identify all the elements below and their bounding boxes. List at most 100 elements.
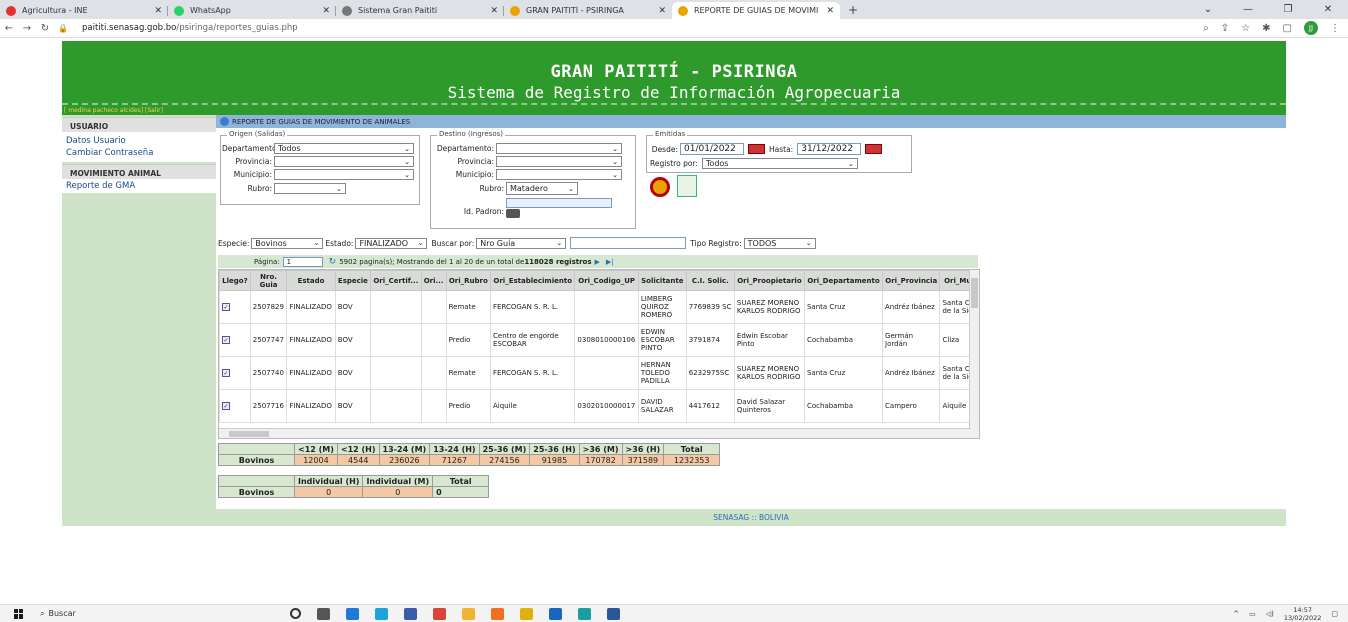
calculator-icon[interactable] (404, 608, 417, 620)
destino-provincia-select[interactable]: ⌄ (496, 156, 622, 167)
calendar-icon[interactable] (865, 144, 883, 154)
vertical-scrollbar[interactable] (969, 270, 979, 438)
refresh-icon[interactable]: ↻ (329, 257, 337, 267)
sidebar-item-cambiar-contrasena[interactable]: Cambiar Contraseña (62, 147, 216, 162)
chevron-up-icon[interactable]: ^ (1233, 610, 1239, 618)
browser-tab[interactable]: Agricultura - INE ✕ (0, 2, 168, 19)
share-icon[interactable]: ⇪ (1221, 23, 1229, 34)
excel-export-icon[interactable] (677, 175, 697, 197)
llego-checkbox[interactable]: ✓ (222, 369, 230, 377)
especie-select[interactable]: Bovinos ⌄ (251, 237, 324, 249)
estado-select[interactable]: FINALIZADO ⌄ (355, 237, 428, 249)
files-icon[interactable] (462, 608, 475, 620)
destino-departamento-select[interactable]: ⌄ (496, 143, 622, 154)
star-icon[interactable]: ☆ (1241, 23, 1250, 34)
column-header[interactable]: Nro. Guia (249, 270, 288, 291)
browser-tab[interactable]: WhatsApp ✕ (168, 2, 336, 19)
browser-icon[interactable] (578, 608, 591, 620)
column-header[interactable]: Estado (286, 270, 336, 291)
origen-rubro-select[interactable]: ⌄ (274, 183, 346, 194)
window-controls: ⌄ — ❐ ✕ (1188, 0, 1348, 19)
forward-icon[interactable]: → (18, 23, 36, 34)
destino-rubro-select[interactable]: Matadero ⌄ (506, 182, 578, 195)
task-view-icon[interactable] (317, 608, 330, 620)
column-header[interactable]: Especie (334, 270, 372, 291)
zoom-icon[interactable]: ⌕ (1203, 23, 1209, 34)
app-icon[interactable] (491, 608, 504, 620)
llego-checkbox[interactable]: ✓ (222, 303, 230, 311)
horizontal-scrollbar[interactable] (219, 428, 971, 438)
search-report-icon[interactable] (650, 177, 670, 197)
column-header[interactable]: Llego? (219, 270, 251, 291)
edge-new-icon[interactable] (375, 608, 388, 620)
taskbar-search[interactable]: ⌕ Buscar (40, 609, 76, 619)
edge-icon[interactable] (346, 608, 359, 620)
volume-icon[interactable]: ◁) (1266, 610, 1274, 618)
table-row[interactable]: ✓ 2507740 FINALIZADO BOV Remate FERCOGAN S. R… (219, 356, 979, 390)
padron-input[interactable] (506, 198, 612, 208)
minimize-icon[interactable]: — (1228, 0, 1268, 19)
table-row[interactable]: ✓ 2507829 FINALIZADO BOV Remate FERCOGAN S. R… (219, 290, 979, 324)
sidebar-item-datos-usuario[interactable]: Datos Usuario (62, 132, 216, 147)
llego-checkbox[interactable]: ✓ (222, 402, 230, 410)
close-tab-icon[interactable]: ✕ (322, 6, 330, 16)
sidepanel-icon[interactable]: ▢ (1283, 23, 1292, 34)
desde-date-input[interactable]: 01/01/2022 (680, 143, 744, 155)
extensions-icon[interactable]: ✱ (1262, 23, 1270, 34)
back-icon[interactable]: ← (0, 23, 18, 34)
column-header[interactable]: Ori_Provincia (882, 270, 941, 291)
close-tab-icon[interactable]: ✕ (826, 6, 834, 16)
table-row[interactable]: ✓ 2507747 FINALIZADO BOV Predio Centro de eng… (219, 323, 979, 357)
stats-icon[interactable] (520, 608, 533, 620)
close-tab-icon[interactable]: ✕ (154, 6, 162, 16)
profile-avatar[interactable]: JJ (1304, 21, 1318, 35)
calendar-icon[interactable] (748, 144, 765, 154)
outlook-icon[interactable] (549, 608, 562, 620)
column-header[interactable]: Ori_Establecimiento (489, 270, 576, 291)
column-header[interactable]: Ori_Rubro (445, 270, 492, 291)
reload-icon[interactable]: ↻ (36, 23, 54, 34)
browser-tab-active[interactable]: REPORTE DE GUIAS DE MOVIMI ✕ (672, 2, 840, 19)
clock[interactable]: 14:57 13/02/2022 (1284, 606, 1321, 622)
next-page-icon[interactable]: ▶ (595, 258, 600, 266)
tipo-registro-select[interactable]: TODOS ⌄ (743, 237, 816, 249)
browser-tab[interactable]: GRAN PAITITÍ - PSIRINGA ✕ (504, 2, 672, 19)
browser-tab[interactable]: Sistema Gran Paititi ✕ (336, 2, 504, 19)
tab-search-icon[interactable]: ⌄ (1188, 0, 1228, 19)
column-header[interactable]: Solicitante (637, 270, 687, 291)
origen-departamento-select[interactable]: Todos ⌄ (274, 143, 414, 154)
hasta-date-input[interactable]: 31/12/2022 (797, 143, 862, 155)
llego-checkbox[interactable]: ✓ (222, 336, 230, 344)
column-header[interactable]: C.I. Solic. (685, 270, 735, 291)
notifications-icon[interactable]: ▢ (1331, 610, 1338, 618)
column-header[interactable]: Ori_Certif... (370, 270, 422, 291)
buscar-input[interactable] (570, 237, 687, 249)
column-header[interactable]: Ori_Codigo_UP (574, 270, 639, 291)
last-page-icon[interactable]: ▶| (606, 258, 614, 266)
network-icon[interactable]: ▭ (1249, 610, 1256, 618)
menu-icon[interactable]: ⋮ (1330, 23, 1340, 34)
destino-municipio-select[interactable]: ⌄ (496, 169, 622, 180)
url-field[interactable]: paititi.senasag.gob.bo/psiringa/reportes… (82, 23, 298, 33)
close-window-icon[interactable]: ✕ (1308, 0, 1348, 19)
table-row[interactable]: ✓ 2507716 FINALIZADO BOV Predio Aiquile 030201… (219, 389, 979, 423)
new-tab-icon[interactable]: + (848, 2, 858, 19)
origen-provincia-select[interactable]: ⌄ (274, 156, 414, 167)
close-tab-icon[interactable]: ✕ (490, 6, 498, 16)
cortana-icon[interactable] (290, 608, 301, 619)
user-logout-link[interactable]: [ medina pacheco alcides] [Salir] (64, 107, 163, 114)
windows-start-icon[interactable] (14, 608, 24, 619)
close-tab-icon[interactable]: ✕ (658, 6, 666, 16)
page-input[interactable]: 1 (282, 256, 323, 267)
column-header[interactable]: Ori_Departamento (803, 270, 884, 291)
origen-municipio-select[interactable]: ⌄ (274, 169, 414, 180)
search-binoculars-icon[interactable] (506, 209, 520, 218)
maximize-icon[interactable]: ❐ (1268, 0, 1308, 19)
word-icon[interactable] (607, 608, 620, 620)
column-header[interactable]: Ori... (420, 270, 447, 291)
registro-por-select[interactable]: Todos ⌄ (701, 158, 858, 169)
buscar-por-select[interactable]: Nro Guía ⌄ (476, 237, 567, 249)
sidebar-item-reporte-gma[interactable]: Reporte de GMA (62, 179, 216, 193)
chrome-icon[interactable] (433, 608, 446, 620)
column-header[interactable]: Ori_Proopietario (733, 270, 805, 291)
